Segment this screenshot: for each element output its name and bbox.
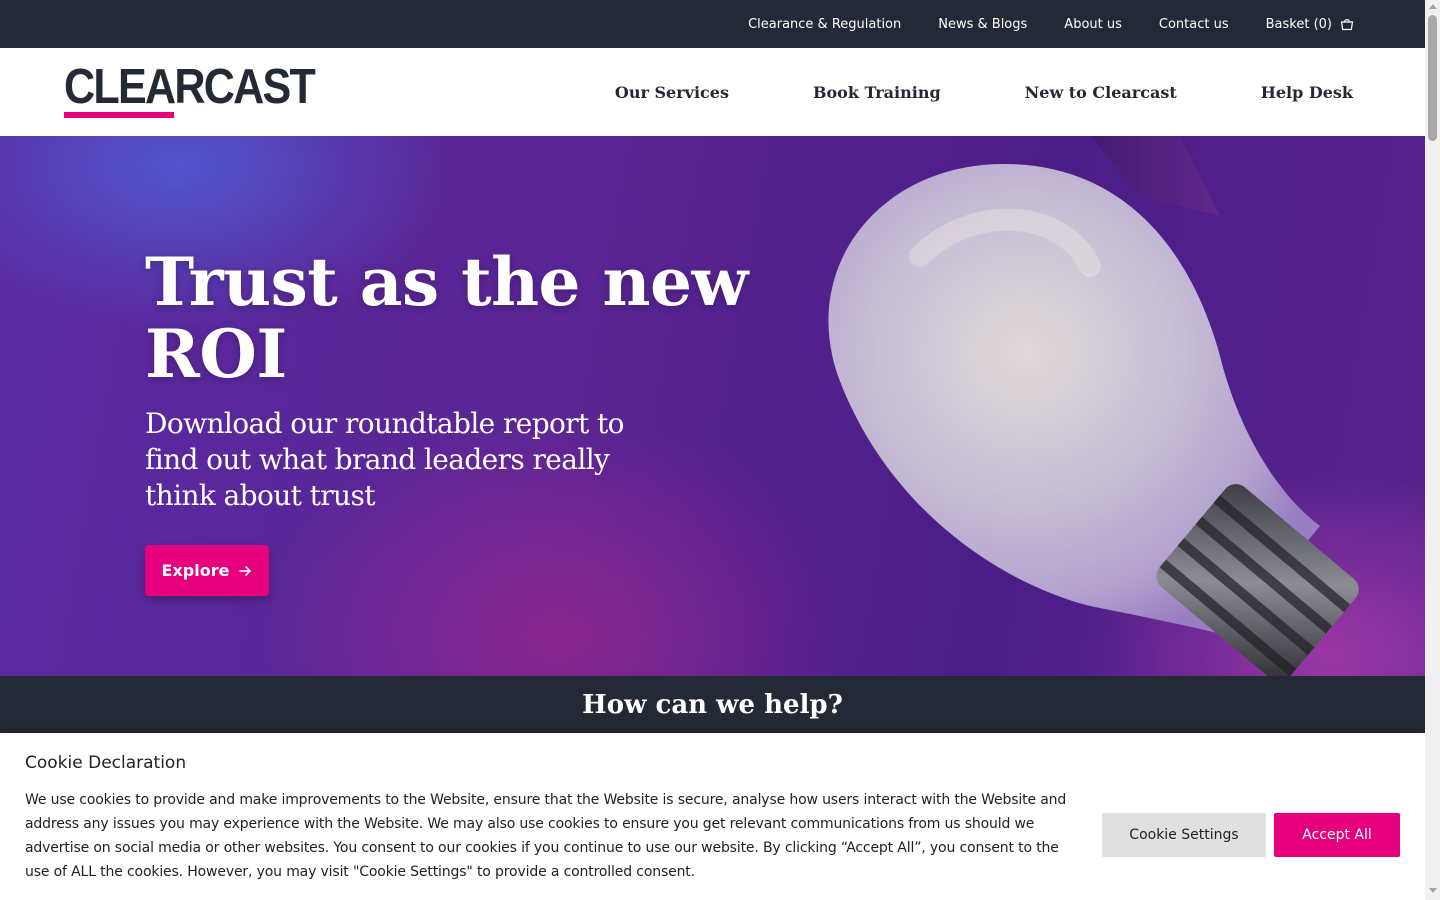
util-link-contact[interactable]: Contact us [1159,17,1229,32]
main-nav: Our Services Book Training New to Clearc… [531,48,1353,136]
util-link-clearance[interactable]: Clearance & Regulation [748,17,901,32]
accept-all-button[interactable]: Accept All [1274,813,1400,857]
help-section: How can we help? [0,676,1425,736]
clearcast-logo[interactable]: CLEARCAST [64,60,316,121]
arrow-right-icon [238,564,252,578]
scroll-up-icon[interactable] [1429,4,1437,9]
nav-book-training[interactable]: Book Training [813,83,941,102]
hero-subtitle: Download our roundtable report to find o… [145,407,625,512]
basket-link[interactable]: Basket (0) [1266,17,1354,32]
basket-icon [1340,17,1354,31]
cookie-text: We use cookies to provide and make impro… [25,792,1067,880]
hero-banner: Trust as the new ROI Download our roundt… [0,136,1425,676]
scroll-down-icon[interactable] [1429,888,1437,893]
page-scrollbar[interactable] [1425,0,1440,900]
explore-label: Explore [161,561,230,580]
utility-bar: Clearance & Regulation News & Blogs Abou… [0,0,1425,48]
hero-content: Trust as the new ROI Download our roundt… [145,246,765,514]
cookie-settings-button[interactable]: Cookie Settings [1102,813,1266,857]
scroll-thumb[interactable] [1428,15,1437,141]
help-title: How can we help? [582,690,843,720]
nav-our-services[interactable]: Our Services [615,83,729,102]
logo-underline [64,112,174,118]
util-link-about[interactable]: About us [1064,17,1122,32]
cookie-banner: Cookie Declaration We use cookies to pro… [0,733,1425,900]
hero-title: Trust as the new ROI [145,243,748,393]
main-header: CLEARCAST Our Services Book Training New… [0,48,1425,136]
basket-label: Basket (0) [1265,16,1332,32]
logo-text: CLEARCAST [64,60,316,114]
nav-help-desk[interactable]: Help Desk [1261,83,1353,102]
explore-button[interactable]: Explore [145,545,269,596]
nav-new-to-clearcast[interactable]: New to Clearcast [1025,83,1177,102]
lightbulb-image [828,136,1359,676]
util-link-news[interactable]: News & Blogs [938,17,1027,32]
cookie-title: Cookie Declaration [25,753,187,773]
